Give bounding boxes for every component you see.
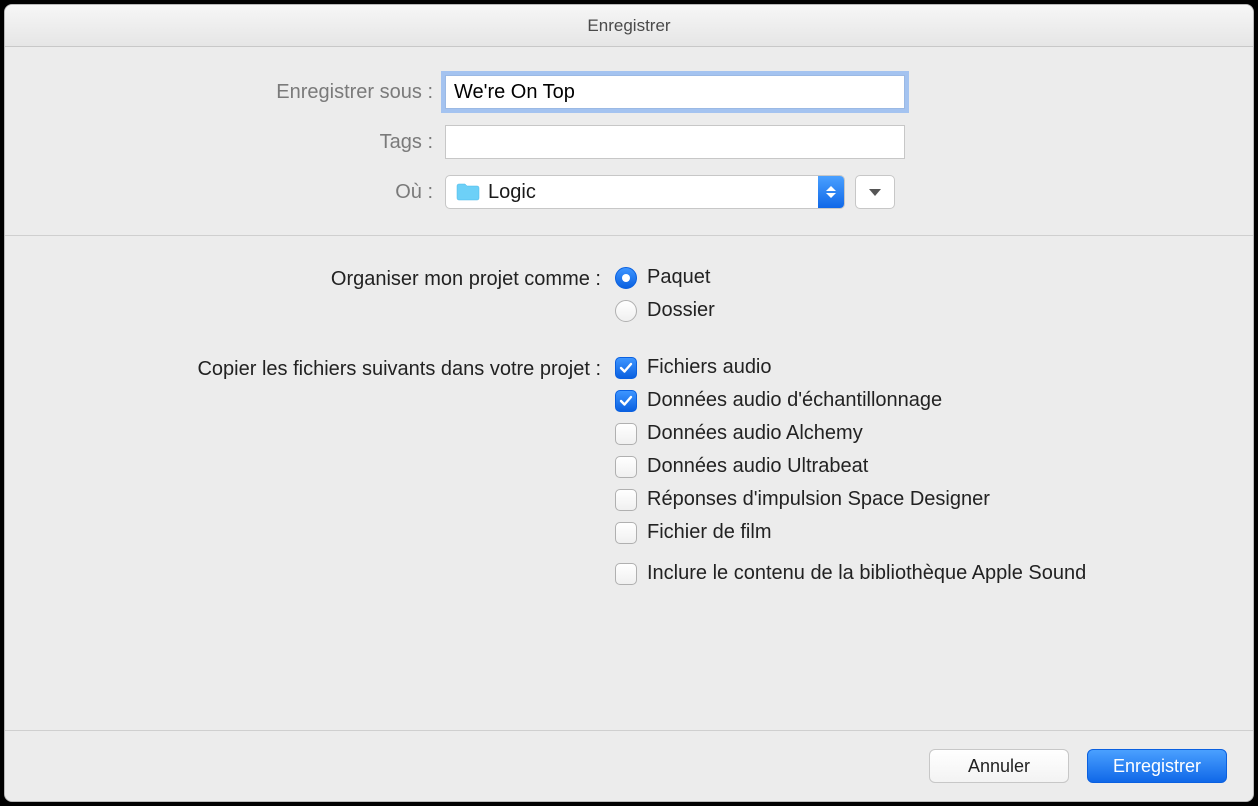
- copy-row: Copier les fichiers suivants dans votre …: [45, 356, 1213, 595]
- tags-input[interactable]: [445, 125, 905, 159]
- save-as-label: Enregistrer sous :: [45, 81, 445, 104]
- radio-icon: [615, 300, 637, 322]
- folder-icon: [456, 183, 480, 201]
- checkbox-icon: [615, 489, 637, 511]
- checkbox-apple-label: Inclure le contenu de la bibliothèque Ap…: [647, 562, 1086, 585]
- checkbox-icon: [615, 563, 637, 585]
- tags-row: Tags :: [45, 125, 1213, 159]
- chevron-down-icon: [869, 189, 881, 196]
- tags-label: Tags :: [45, 131, 445, 154]
- checkbox-space-label: Réponses d'impulsion Space Designer: [647, 488, 990, 511]
- checkbox-sampler-label: Données audio d'échantillonnage: [647, 389, 942, 412]
- updown-icon: [818, 176, 844, 208]
- where-popup[interactable]: Logic: [445, 175, 845, 209]
- radio-folder[interactable]: Dossier: [615, 299, 1213, 322]
- where-label: Où :: [45, 181, 445, 204]
- copy-label: Copier les fichiers suivants dans votre …: [45, 356, 615, 381]
- checkbox-space-designer[interactable]: Réponses d'impulsion Space Designer: [615, 488, 1213, 511]
- dialog-title: Enregistrer: [5, 5, 1253, 47]
- checkbox-sampler-audio[interactable]: Données audio d'échantillonnage: [615, 389, 1213, 412]
- checkbox-icon: [615, 390, 637, 412]
- checkbox-audio-files[interactable]: Fichiers audio: [615, 356, 1213, 379]
- checkbox-alchemy-label: Données audio Alchemy: [647, 422, 863, 445]
- checkbox-movie-label: Fichier de film: [647, 521, 771, 544]
- organize-label: Organiser mon projet comme :: [45, 266, 615, 291]
- checkbox-ultrabeat-audio[interactable]: Données audio Ultrabeat: [615, 455, 1213, 478]
- file-info-section: Enregistrer sous : Tags : Où :: [5, 47, 1253, 235]
- expand-button[interactable]: [855, 175, 895, 209]
- checkbox-icon: [615, 522, 637, 544]
- checkbox-icon: [615, 423, 637, 445]
- dialog-footer: Annuler Enregistrer: [5, 730, 1253, 801]
- save-button[interactable]: Enregistrer: [1087, 749, 1227, 783]
- checkbox-icon: [615, 456, 637, 478]
- save-as-input[interactable]: [445, 75, 905, 109]
- checkbox-movie-file[interactable]: Fichier de film: [615, 521, 1213, 544]
- radio-package[interactable]: Paquet: [615, 266, 1213, 289]
- checkbox-alchemy-audio[interactable]: Données audio Alchemy: [615, 422, 1213, 445]
- checkbox-audio-label: Fichiers audio: [647, 356, 772, 379]
- radio-folder-label: Dossier: [647, 299, 715, 322]
- save-as-row: Enregistrer sous :: [45, 75, 1213, 109]
- cancel-button[interactable]: Annuler: [929, 749, 1069, 783]
- radio-package-label: Paquet: [647, 266, 710, 289]
- save-dialog: Enregistrer Enregistrer sous : Tags : Où…: [4, 4, 1254, 802]
- organize-row: Organiser mon projet comme : Paquet Doss…: [45, 266, 1213, 332]
- checkbox-apple-sound-library[interactable]: Inclure le contenu de la bibliothèque Ap…: [615, 562, 1213, 585]
- options-section: Organiser mon projet comme : Paquet Doss…: [5, 236, 1253, 639]
- checkbox-ultrabeat-label: Données audio Ultrabeat: [647, 455, 868, 478]
- checkbox-icon: [615, 357, 637, 379]
- where-row: Où : Logic: [45, 175, 1213, 209]
- where-popup-value: Logic: [488, 181, 818, 204]
- radio-icon: [615, 267, 637, 289]
